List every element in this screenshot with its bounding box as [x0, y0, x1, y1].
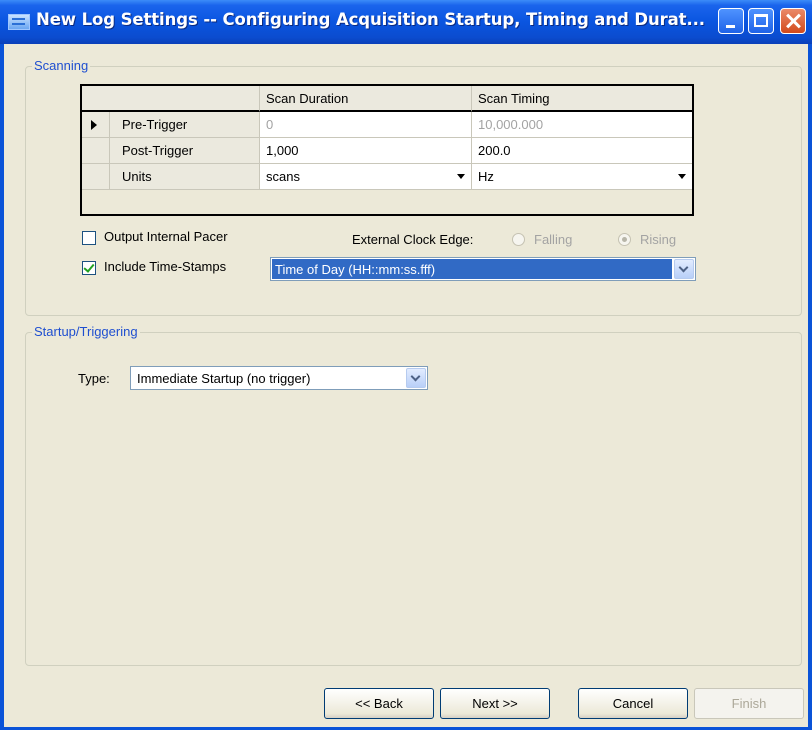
- time-stamp-format-value: Time of Day (HH::mm:ss.fff): [272, 259, 672, 279]
- finish-button[interactable]: Finish: [694, 688, 804, 719]
- back-button[interactable]: << Back: [324, 688, 434, 719]
- column-header-scan-duration[interactable]: Scan Duration: [260, 86, 472, 112]
- grid-row-units: Units scans Hz: [82, 164, 692, 190]
- trigger-type-select[interactable]: Immediate Startup (no trigger): [130, 366, 428, 390]
- pre-trigger-duration-cell: 0: [260, 112, 472, 138]
- rising-label: Rising: [640, 232, 677, 247]
- column-header-scan-timing[interactable]: Scan Timing: [472, 86, 692, 112]
- row-label-pre-trigger: Pre-Trigger: [110, 112, 260, 138]
- time-stamp-format-select[interactable]: Time of Day (HH::mm:ss.fff): [270, 257, 696, 281]
- title-bar[interactable]: New Log Settings -- Configuring Acquisit…: [0, 0, 812, 44]
- falling-label: Falling: [534, 232, 573, 247]
- duration-units-value: scans: [266, 169, 300, 184]
- pre-trigger-timing-cell: 10,000.000: [472, 112, 692, 138]
- grid-header-row: Scan Duration Scan Timing: [82, 86, 692, 112]
- falling-radio[interactable]: [512, 233, 525, 246]
- row-selector[interactable]: [82, 164, 110, 190]
- output-internal-pacer-checkbox[interactable]: [82, 231, 96, 245]
- duration-units-combo[interactable]: scans: [260, 164, 472, 190]
- minimize-button[interactable]: [718, 8, 744, 34]
- dialog-window: New Log Settings -- Configuring Acquisit…: [0, 0, 812, 730]
- window-title: New Log Settings -- Configuring Acquisit…: [36, 10, 705, 29]
- trigger-type-value: Immediate Startup (no trigger): [137, 371, 311, 386]
- row-selector[interactable]: [82, 138, 110, 164]
- grid-row-post-trigger: Post-Trigger 1,000 200.0: [82, 138, 692, 164]
- post-trigger-timing-cell[interactable]: 200.0: [472, 138, 692, 164]
- output-internal-pacer-label[interactable]: Output Internal Pacer: [104, 229, 228, 244]
- maximize-button[interactable]: [748, 8, 774, 34]
- next-button[interactable]: Next >>: [440, 688, 550, 719]
- trigger-type-label: Type:: [78, 371, 110, 386]
- row-label-units: Units: [110, 164, 260, 190]
- scanning-group-label: Scanning: [32, 58, 91, 73]
- startup-triggering-group-label: Startup/Triggering: [32, 324, 140, 339]
- current-row-pointer-icon: [91, 120, 97, 130]
- include-time-stamps-label[interactable]: Include Time-Stamps: [104, 259, 226, 274]
- dropdown-arrow-icon[interactable]: [678, 174, 686, 179]
- timing-units-value: Hz: [478, 169, 494, 184]
- rising-radio[interactable]: [618, 233, 631, 246]
- external-clock-edge-label: External Clock Edge:: [352, 232, 474, 247]
- app-icon: [8, 14, 30, 30]
- dropdown-arrow-icon[interactable]: [457, 174, 465, 179]
- grid-corner-cell: [82, 86, 260, 112]
- grid-empty-area: [82, 190, 692, 214]
- timing-units-combo[interactable]: Hz: [472, 164, 692, 190]
- cancel-button[interactable]: Cancel: [578, 688, 688, 719]
- close-button[interactable]: [780, 8, 806, 34]
- chevron-down-icon[interactable]: [674, 259, 694, 279]
- dialog-body: Scanning Scan Duration Scan Timing Pre-T…: [4, 44, 808, 727]
- include-time-stamps-checkbox[interactable]: [82, 261, 96, 275]
- scan-settings-grid: Scan Duration Scan Timing Pre-Trigger 0 …: [80, 84, 694, 216]
- chevron-down-icon[interactable]: [406, 368, 426, 388]
- grid-row-pre-trigger: Pre-Trigger 0 10,000.000: [82, 112, 692, 138]
- row-selector[interactable]: [82, 112, 110, 138]
- post-trigger-duration-cell[interactable]: 1,000: [260, 138, 472, 164]
- row-label-post-trigger: Post-Trigger: [110, 138, 260, 164]
